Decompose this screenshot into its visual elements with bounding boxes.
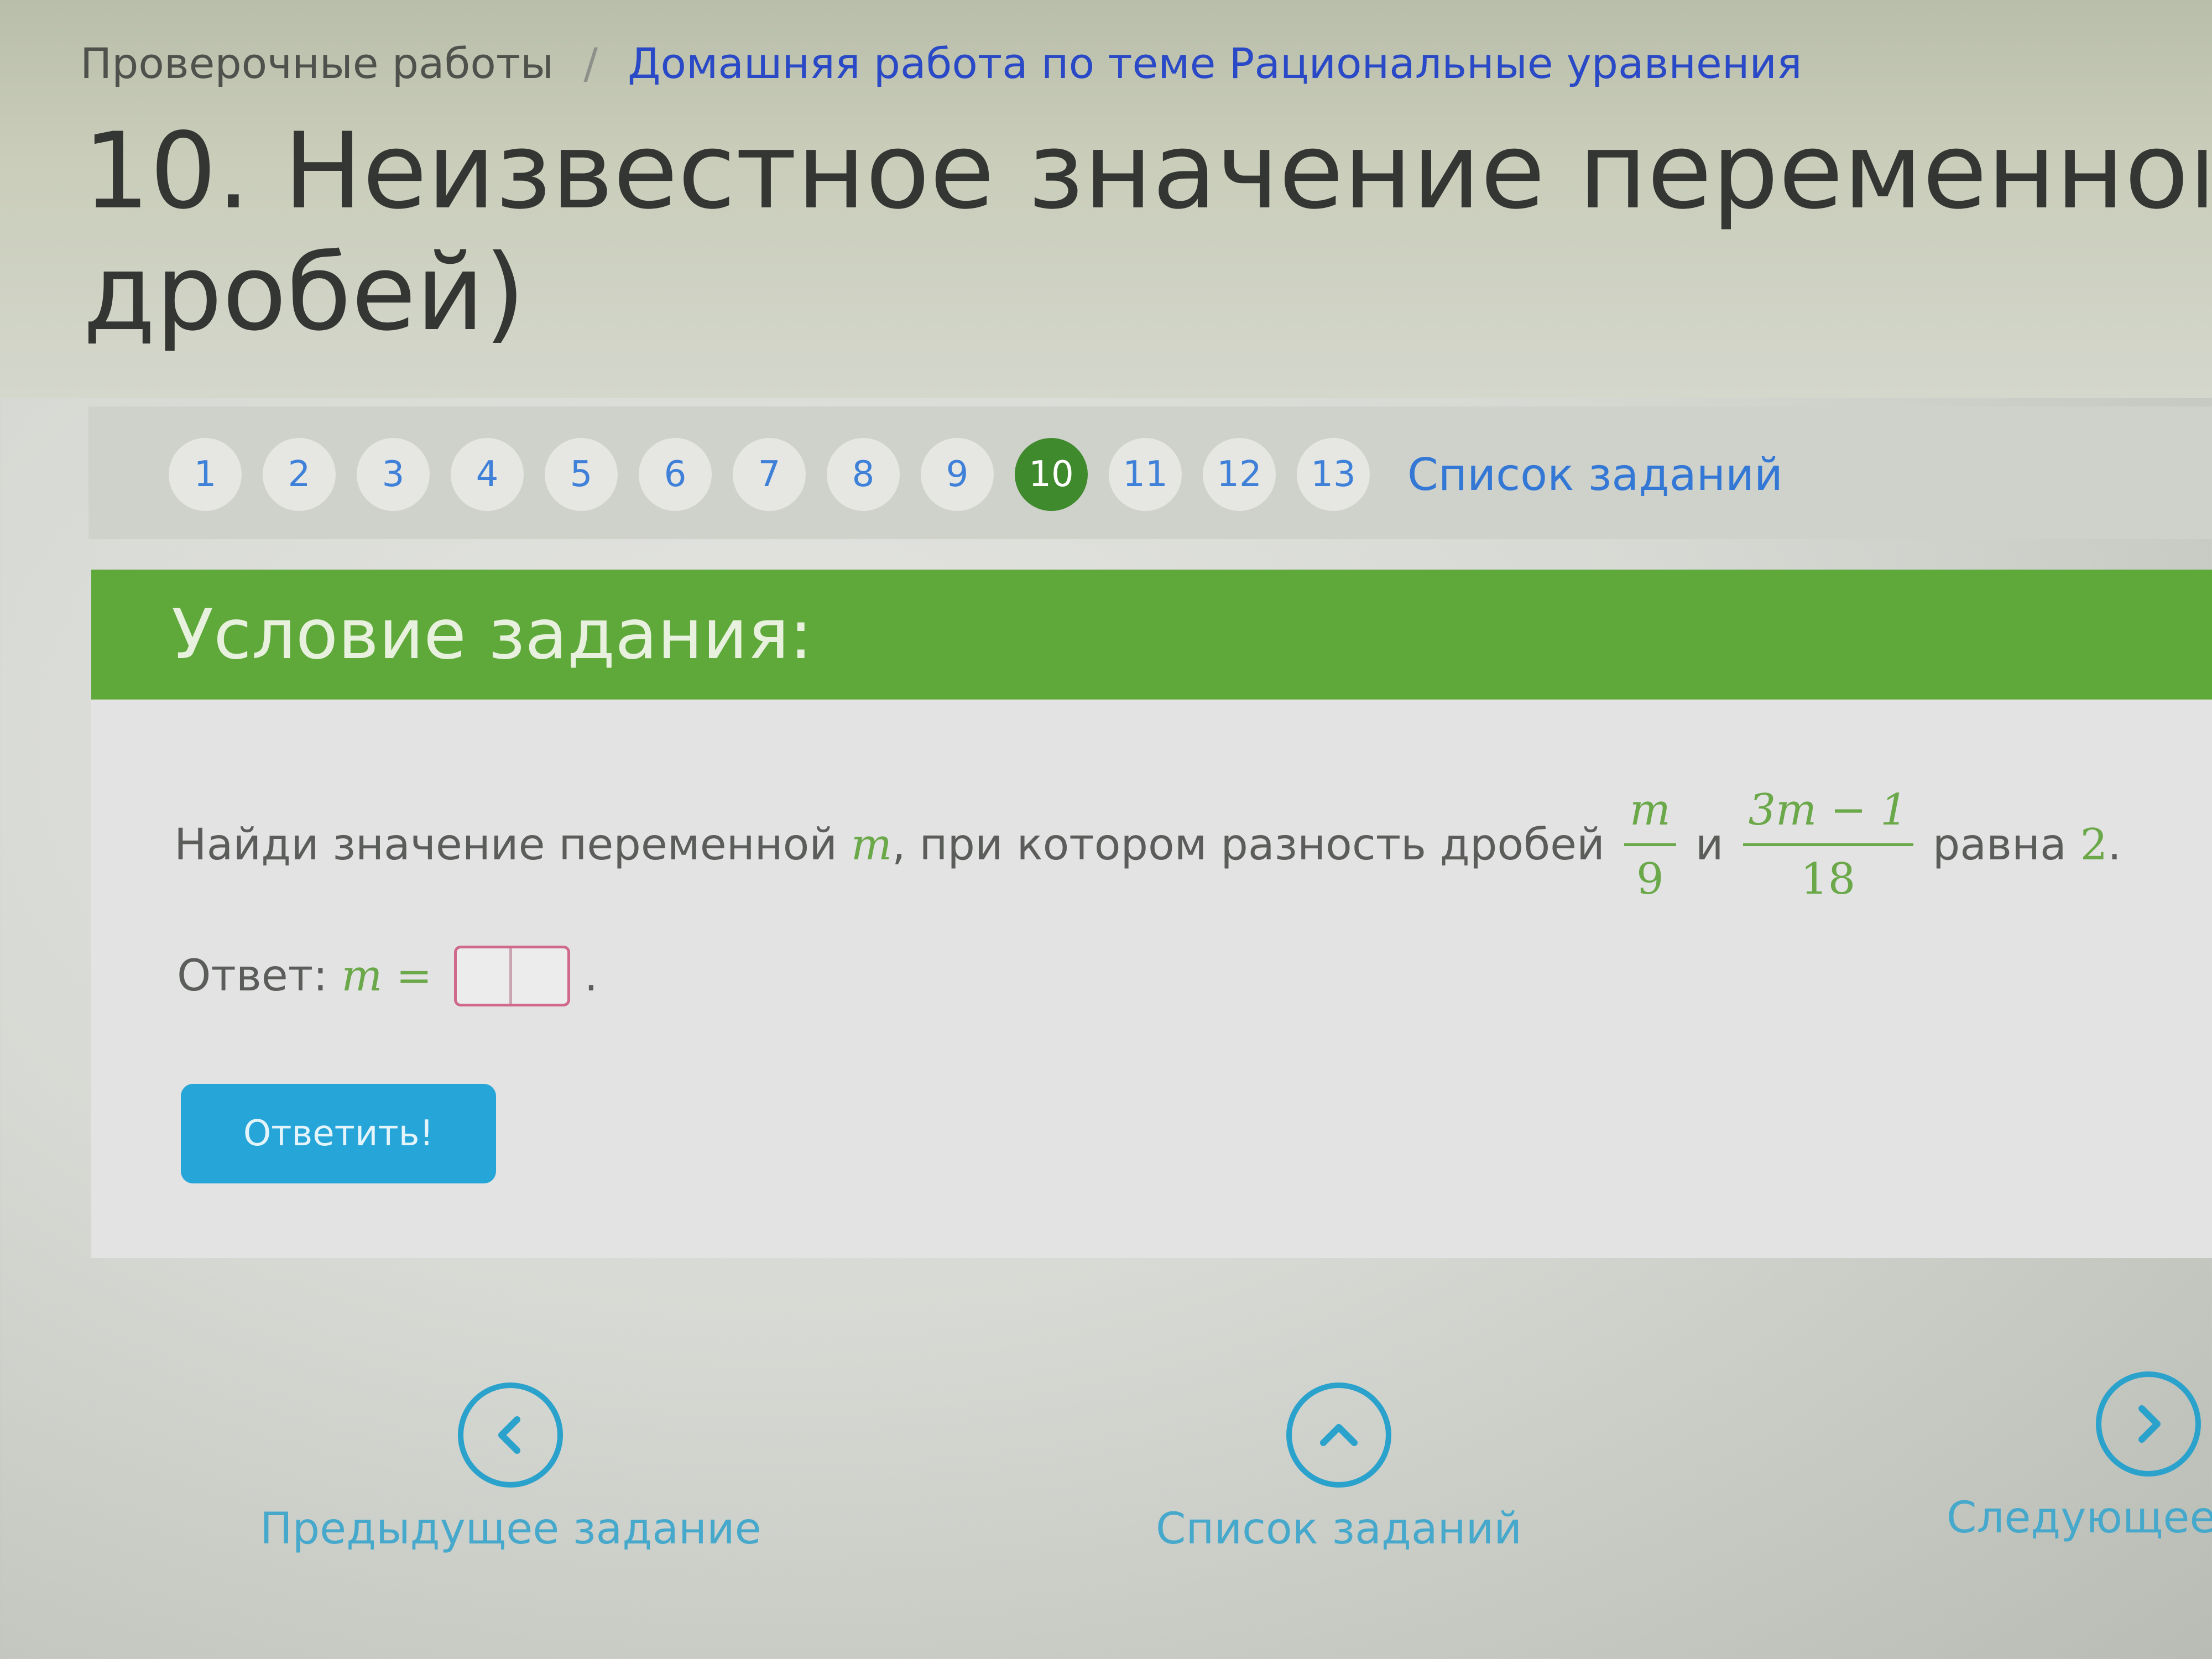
pager-bar: 1 2 3 4 5 6 7 8 9 10 11 12 13 Список зад… — [88, 406, 2212, 539]
answer-row: Ответ: m = . — [177, 946, 598, 1006]
next-task-label[interactable]: Следующее за — [1947, 1493, 2212, 1543]
task-pager: 1 2 3 4 5 6 7 8 9 10 11 12 13 Список зад… — [169, 438, 1783, 511]
previous-task-label[interactable]: Предыдущее задание — [260, 1504, 761, 1554]
breadcrumb-separator: / — [583, 39, 598, 88]
page-button-3[interactable]: 3 — [357, 438, 430, 511]
breadcrumb: Проверочные работы / Домашняя работа по … — [80, 39, 1802, 88]
task-target-value: 2 — [2080, 820, 2108, 870]
task-list-label[interactable]: Список заданий — [1156, 1504, 1522, 1554]
task-statement: Найди значение переменной m , при которо… — [174, 777, 2121, 912]
fraction-1-numerator: m — [1624, 777, 1676, 846]
answer-label: Ответ: — [177, 951, 342, 1001]
task-text-equals: равна — [1932, 820, 2080, 870]
task-text-part2: , при котором разность дробей — [891, 820, 1605, 870]
page-button-5[interactable]: 5 — [545, 438, 618, 511]
page-button-10-active[interactable]: 10 — [1015, 438, 1088, 511]
task-text-period: . — [2107, 820, 2122, 870]
task-condition-header: Условие задания: — [91, 570, 2212, 700]
fraction-1-denominator: 9 — [1636, 854, 1664, 904]
page-title: 10. Неизвестное значение переменной (раз… — [83, 111, 2206, 354]
breadcrumb-root-link[interactable]: Проверочные работы — [80, 39, 554, 88]
page-button-2[interactable]: 2 — [263, 438, 336, 511]
page-button-8[interactable]: 8 — [827, 438, 900, 511]
next-task-nav[interactable]: Следующее за — [1947, 1371, 2212, 1543]
fraction-1-numerator-text: m — [1629, 785, 1671, 835]
page-button-7[interactable]: 7 — [733, 438, 806, 511]
previous-task-nav[interactable]: Предыдущее задание — [260, 1383, 761, 1554]
chevron-right-icon[interactable] — [2096, 1371, 2201, 1477]
answer-period: . — [584, 951, 598, 1001]
answer-input[interactable] — [454, 946, 571, 1006]
task-list-link[interactable]: Список заданий — [1407, 449, 1783, 500]
task-list-nav[interactable]: Список заданий — [1156, 1383, 1522, 1554]
answer-variable: m = — [341, 951, 432, 1001]
page-button-11[interactable]: 11 — [1109, 438, 1182, 511]
chevron-left-icon[interactable] — [458, 1383, 564, 1488]
breadcrumb-current-link[interactable]: Домашняя работа по теме Рациональные ура… — [628, 39, 1802, 88]
task-text-part1: Найди значение переменной — [174, 820, 851, 870]
page-button-9[interactable]: 9 — [921, 438, 994, 511]
answer-cursor — [509, 948, 513, 1004]
page-button-13[interactable]: 13 — [1297, 438, 1370, 511]
fraction-2: 3m − 1 18 — [1743, 777, 1913, 912]
task-condition-title: Условие задания: — [171, 594, 813, 675]
page-button-4[interactable]: 4 — [451, 438, 524, 511]
task-panel: Условие задания: Найди значение переменн… — [91, 570, 2212, 1258]
page-title-line2: дробей) — [83, 232, 525, 354]
page-button-6[interactable]: 6 — [639, 438, 712, 511]
fraction-2-numerator: 3m − 1 — [1743, 777, 1913, 846]
task-variable: m — [851, 820, 892, 870]
fraction-2-denominator: 18 — [1800, 854, 1856, 904]
page-button-12[interactable]: 12 — [1203, 438, 1276, 511]
chevron-up-icon[interactable] — [1286, 1383, 1392, 1488]
fraction-2-numerator-text: 3m − 1 — [1748, 785, 1908, 835]
task-conjunction: и — [1695, 820, 1724, 870]
page-button-1[interactable]: 1 — [169, 438, 242, 511]
fraction-1: m 9 — [1624, 777, 1676, 912]
page-title-line1: 10. Неизвестное значение переменной (раз… — [83, 111, 2206, 232]
submit-answer-button[interactable]: Ответить! — [181, 1084, 496, 1183]
